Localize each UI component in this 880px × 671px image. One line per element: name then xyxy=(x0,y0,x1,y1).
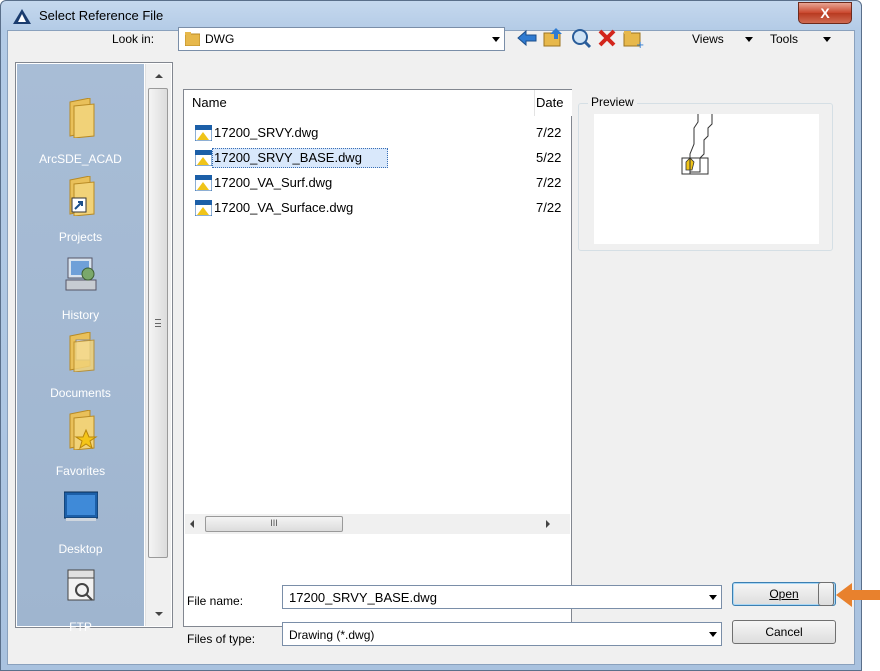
open-options-button[interactable] xyxy=(818,582,834,606)
history-icon xyxy=(65,257,97,291)
scroll-down-arrow-icon[interactable] xyxy=(155,612,163,616)
dwg-file-icon xyxy=(195,150,212,166)
preview-label: Preview xyxy=(588,95,637,109)
tools-menu[interactable]: Tools xyxy=(770,32,798,46)
lookin-label: Look in: xyxy=(112,32,155,46)
dwg-file-icon xyxy=(195,200,212,216)
places-vertical-scrollbar[interactable] xyxy=(145,64,171,626)
cancel-button[interactable]: Cancel xyxy=(732,620,836,644)
scroll-thumb[interactable]: III xyxy=(205,516,343,532)
file-date: 7/22 xyxy=(536,175,562,190)
file-type-select[interactable]: Drawing (*.dwg) xyxy=(282,622,722,646)
preview-pane xyxy=(594,114,819,244)
column-header-name[interactable]: Name xyxy=(192,90,532,116)
file-type-label: Files of type: xyxy=(187,632,256,646)
annotation-arrow-icon xyxy=(836,583,880,607)
autocad-app-icon xyxy=(13,9,31,24)
shortcut-folder-icon xyxy=(69,176,95,216)
new-folder-icon[interactable]: + xyxy=(622,27,644,49)
places-list: ArcSDE_ACAD Projects History Documents F… xyxy=(17,64,144,634)
chevron-down-icon xyxy=(492,37,500,42)
grip-icon xyxy=(155,319,161,327)
back-arrow-icon[interactable] xyxy=(516,27,538,49)
file-row-selected[interactable]: 17200_SRVY_BASE.dwg 5/22 xyxy=(192,148,564,168)
places-bar: ArcSDE_ACAD Projects History Documents F… xyxy=(15,62,173,634)
place-history[interactable]: History xyxy=(17,254,144,332)
file-date: 5/22 xyxy=(536,150,562,165)
chevron-down-icon[interactable] xyxy=(709,632,717,637)
folder-icon xyxy=(185,32,200,46)
file-name-input[interactable]: 17200_SRVY_BASE.dwg xyxy=(282,585,722,609)
dwg-file-icon xyxy=(195,125,212,141)
file-date: 7/22 xyxy=(536,200,562,215)
dialog-title: Select Reference File xyxy=(39,8,164,23)
desktop-icon xyxy=(64,491,98,521)
search-web-icon[interactable] xyxy=(570,27,592,49)
file-type-value: Drawing (*.dwg) xyxy=(289,628,375,642)
svg-text:+: + xyxy=(636,40,644,49)
scroll-up-arrow-icon[interactable] xyxy=(155,74,163,78)
dwg-file-icon xyxy=(195,175,212,191)
delete-icon[interactable] xyxy=(596,27,618,49)
scroll-right-arrow-icon[interactable] xyxy=(546,520,550,528)
place-label: FTP xyxy=(69,620,92,634)
scroll-left-arrow-icon[interactable] xyxy=(190,520,194,528)
views-chevron-down-icon[interactable] xyxy=(745,37,753,42)
ftp-icon xyxy=(67,569,95,601)
place-arcsde-acad[interactable]: ArcSDE_ACAD xyxy=(17,98,144,176)
column-header-date[interactable]: Date xyxy=(536,90,572,116)
favorites-icon xyxy=(69,410,98,450)
place-label: Favorites xyxy=(55,464,106,478)
file-list[interactable]: Name Date 17200_SRVY.dwg 7/22 17200_SRVY… xyxy=(183,89,572,627)
file-list-horizontal-scrollbar[interactable]: III xyxy=(185,514,570,534)
drawing-thumbnail xyxy=(681,114,713,175)
file-row[interactable]: 17200_VA_Surface.dwg 7/22 xyxy=(192,198,564,218)
up-folder-icon[interactable] xyxy=(542,27,564,49)
folder-icon xyxy=(69,98,95,138)
chevron-down-icon[interactable] xyxy=(709,595,717,600)
scroll-thumb[interactable] xyxy=(148,88,168,558)
lookin-dropdown[interactable]: DWG xyxy=(178,27,505,51)
file-name: 17200_VA_Surface.dwg xyxy=(214,200,354,215)
close-button[interactable]: X xyxy=(798,2,852,24)
file-name: 17200_SRVY_BASE.dwg xyxy=(214,150,362,165)
column-divider[interactable] xyxy=(534,90,535,116)
place-favorites[interactable]: Favorites xyxy=(17,410,144,488)
place-label: Desktop xyxy=(58,542,103,556)
place-label: Documents xyxy=(50,386,111,400)
place-projects[interactable]: Projects xyxy=(17,176,144,254)
lookin-value: DWG xyxy=(205,32,235,46)
views-menu[interactable]: Views xyxy=(692,32,724,46)
tools-chevron-down-icon[interactable] xyxy=(823,37,831,42)
file-name: 17200_SRVY.dwg xyxy=(214,125,319,140)
place-label: History xyxy=(61,308,100,322)
place-ftp[interactable]: FTP xyxy=(17,566,144,644)
place-label: ArcSDE_ACAD xyxy=(39,152,122,166)
file-name: 17200_VA_Surf.dwg xyxy=(214,175,333,190)
place-label: Projects xyxy=(58,230,103,244)
file-name-value: 17200_SRVY_BASE.dwg xyxy=(289,590,437,605)
place-desktop[interactable]: Desktop xyxy=(17,488,144,566)
file-row[interactable]: 17200_SRVY.dwg 7/22 xyxy=(192,123,564,143)
place-documents[interactable]: Documents xyxy=(17,332,144,410)
documents-icon xyxy=(69,332,95,372)
file-name-label: File name: xyxy=(187,594,244,608)
file-row[interactable]: 17200_VA_Surf.dwg 7/22 xyxy=(192,173,564,193)
file-date: 7/22 xyxy=(536,125,562,140)
